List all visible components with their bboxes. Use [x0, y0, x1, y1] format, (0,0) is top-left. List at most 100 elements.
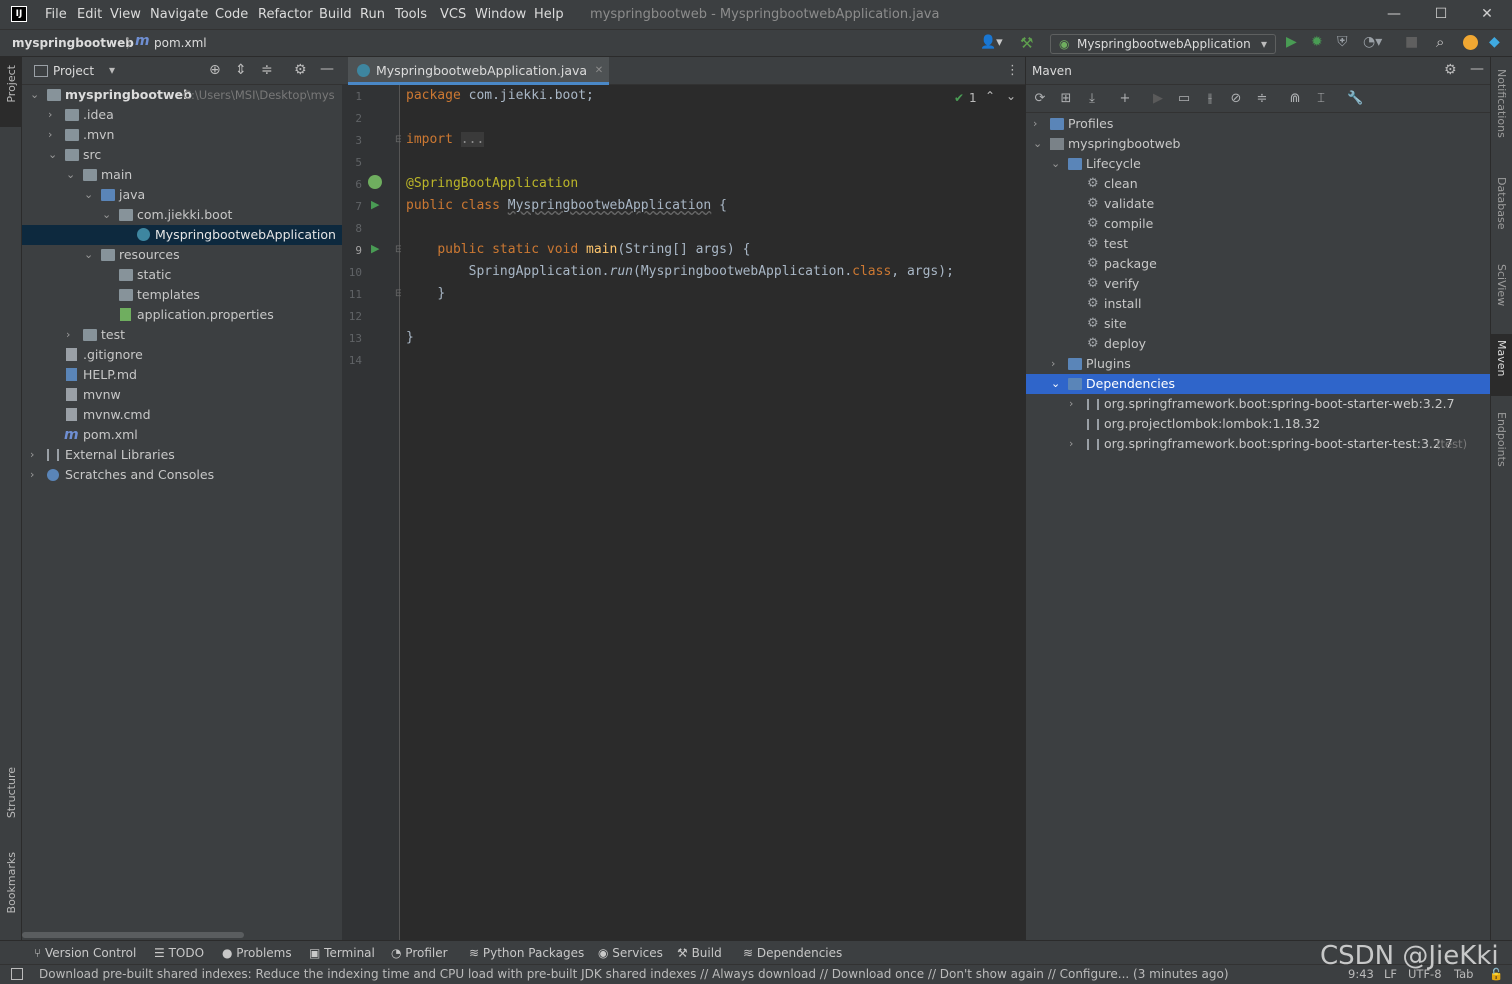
toggle-tool-windows-icon[interactable] [11, 968, 23, 980]
tree-item-main[interactable]: ⌄ main [22, 165, 342, 185]
problems-tool[interactable]: ● Problems [222, 946, 292, 960]
maven-goal-package[interactable]: ⚙ package [1026, 254, 1491, 274]
breadcrumb-file[interactable]: pom.xml [154, 36, 207, 50]
maven-dependency[interactable]: › org.springframework.boot:spring-boot-s… [1026, 434, 1491, 454]
project-tool-tab[interactable]: Project [0, 57, 22, 127]
reload-icon[interactable]: ⟳ [1032, 91, 1048, 107]
jetbrains-toolbox-icon[interactable]: ◆ [1489, 34, 1500, 50]
show-dependencies-icon[interactable]: ⋒ [1287, 91, 1303, 107]
tree-item-test[interactable]: › test [22, 325, 342, 345]
skip-tests-icon[interactable]: ⊘ [1228, 91, 1244, 107]
menu-help[interactable]: Help [534, 7, 564, 22]
tree-item-external-libraries[interactable]: › External Libraries [22, 445, 342, 465]
terminal-tool[interactable]: ▣ Terminal [309, 946, 375, 960]
maven-goal-verify[interactable]: ⚙ verify [1026, 274, 1491, 294]
tree-item-templates[interactable]: templates [22, 285, 342, 305]
chevron-down-icon[interactable]: ⌄ [1006, 89, 1016, 103]
tree-item-gitignore[interactable]: .gitignore [22, 345, 342, 365]
services-tool[interactable]: ◉ Services [598, 946, 663, 960]
run-icon[interactable]: ▶ [1150, 91, 1166, 107]
maven-goal-site[interactable]: ⚙ site [1026, 314, 1491, 334]
collapse-all-icon[interactable]: ≑ [261, 62, 273, 78]
tree-item-idea[interactable]: › .idea [22, 105, 342, 125]
locate-icon[interactable]: ⊕ [209, 62, 221, 78]
collapse-all-icon[interactable]: ≑ [1254, 91, 1270, 107]
build-hammer-icon[interactable]: ⚒ [1020, 34, 1033, 52]
download-icon[interactable]: ⤓ [1084, 91, 1100, 107]
expand-all-icon[interactable]: ⇕ [235, 62, 247, 78]
menu-vcs[interactable]: VCS [440, 7, 466, 22]
maven-goal-install[interactable]: ⚙ install [1026, 294, 1491, 314]
close-tab-icon[interactable]: ✕ [595, 57, 603, 85]
structure-tool-label[interactable]: Structure [5, 767, 18, 818]
maven-lifecycle[interactable]: ⌄ Lifecycle [1026, 154, 1491, 174]
tree-item-src[interactable]: ⌄ src [22, 145, 342, 165]
tree-item-resources[interactable]: ⌄ resources [22, 245, 342, 265]
maven-dependency[interactable]: org.projectlombok:lombok:1.18.32 [1026, 414, 1491, 434]
endpoints-tool-label[interactable]: Endpoints [1495, 412, 1508, 467]
horizontal-scrollbar[interactable] [22, 932, 244, 938]
menu-run[interactable]: Run [360, 7, 385, 22]
tree-item-application-properties[interactable]: application.properties [22, 305, 342, 325]
search-icon[interactable]: ⌕ [1436, 33, 1444, 51]
maven-project[interactable]: ⌄ myspringbootweb [1026, 134, 1491, 154]
execute-goal-icon[interactable]: ▭ [1176, 91, 1192, 107]
project-panel-title[interactable]: Project [53, 64, 94, 78]
tree-item-mvnw[interactable]: mvnw [22, 385, 342, 405]
toggle-offline-icon[interactable]: ⫲ [1202, 91, 1218, 107]
database-tool-label[interactable]: Database [1495, 177, 1508, 230]
expand-all-icon[interactable]: ⌶ [1313, 91, 1329, 107]
maven-goal-validate[interactable]: ⚙ validate [1026, 194, 1491, 214]
tree-item-help-md[interactable]: HELP.md [22, 365, 342, 385]
close-icon[interactable]: ✕ [1475, 4, 1499, 24]
maven-tool-tab[interactable]: Maven [1491, 334, 1512, 396]
tree-item-scratches[interactable]: › Scratches and Consoles [22, 465, 342, 485]
dependencies-tool[interactable]: ≋ Dependencies [743, 946, 842, 960]
version-control-tool[interactable]: ⑂ Version Control [34, 946, 136, 960]
maven-dependencies[interactable]: ⌄ Dependencies [1026, 374, 1491, 394]
tree-item-main-class[interactable]: MyspringbootwebApplication [22, 225, 342, 245]
todo-tool[interactable]: ☰ TODO [154, 946, 204, 960]
tree-item-project-root[interactable]: ⌄ myspringbootweb C:\Users\MSI\Desktop\m… [22, 85, 342, 105]
menu-file[interactable]: File [45, 7, 67, 22]
bookmarks-tool-label[interactable]: Bookmarks [5, 852, 18, 913]
more-options-icon[interactable]: ⋮ [1006, 63, 1019, 78]
python-packages-tool[interactable]: ≋ Python Packages [469, 946, 584, 960]
tree-item-mvn[interactable]: › .mvn [22, 125, 342, 145]
maven-dependency[interactable]: › org.springframework.boot:spring-boot-s… [1026, 394, 1491, 414]
breadcrumb-project[interactable]: myspringbootweb [12, 36, 134, 50]
sciview-tool-label[interactable]: SciView [1495, 264, 1508, 306]
run-gutter-icon[interactable]: ▶ [371, 198, 379, 211]
user-icon[interactable]: 👤▾ [980, 35, 1003, 50]
maven-goal-test[interactable]: ⚙ test [1026, 234, 1491, 254]
tree-item-java[interactable]: ⌄ java [22, 185, 342, 205]
chevron-up-icon[interactable]: ⌃ [985, 89, 995, 103]
run-gutter-icon[interactable]: ▶ [371, 242, 379, 255]
menu-tools[interactable]: Tools [395, 7, 427, 22]
update-icon[interactable] [1463, 35, 1478, 50]
stop-icon[interactable]: ■ [1405, 34, 1418, 50]
tree-item-pom-xml[interactable]: m pom.xml [22, 425, 342, 445]
menu-code[interactable]: Code [215, 7, 248, 22]
minimize-icon[interactable]: — [1382, 4, 1406, 24]
gear-icon[interactable]: ⚙ [294, 62, 307, 78]
generate-sources-icon[interactable]: ⊞ [1058, 91, 1074, 107]
maven-goal-clean[interactable]: ⚙ clean [1026, 174, 1491, 194]
menu-window[interactable]: Window [475, 7, 526, 22]
menu-refactor[interactable]: Refactor [258, 7, 313, 22]
tree-item-mvnw-cmd[interactable]: mvnw.cmd [22, 405, 342, 425]
wrench-icon[interactable]: 🔧 [1347, 91, 1363, 107]
run-icon[interactable]: ▶ [1286, 34, 1297, 50]
notifications-tool-label[interactable]: Notifications [1495, 69, 1508, 138]
editor-tab-main-class[interactable]: MyspringbootwebApplication.java ✕ [348, 57, 610, 85]
debug-icon[interactable]: ✹ [1311, 34, 1323, 50]
gear-icon[interactable]: ⚙ [1444, 62, 1457, 78]
menu-edit[interactable]: Edit [77, 7, 102, 22]
maximize-icon[interactable]: ☐ [1429, 4, 1453, 24]
maven-goal-compile[interactable]: ⚙ compile [1026, 214, 1491, 234]
code-editor[interactable]: package com.jiekki.boot; import ... @Spr… [401, 85, 1025, 940]
hide-panel-icon[interactable]: — [320, 61, 334, 77]
menu-navigate[interactable]: Navigate [150, 7, 208, 22]
maven-goal-deploy[interactable]: ⚙ deploy [1026, 334, 1491, 354]
tree-item-static[interactable]: static [22, 265, 342, 285]
